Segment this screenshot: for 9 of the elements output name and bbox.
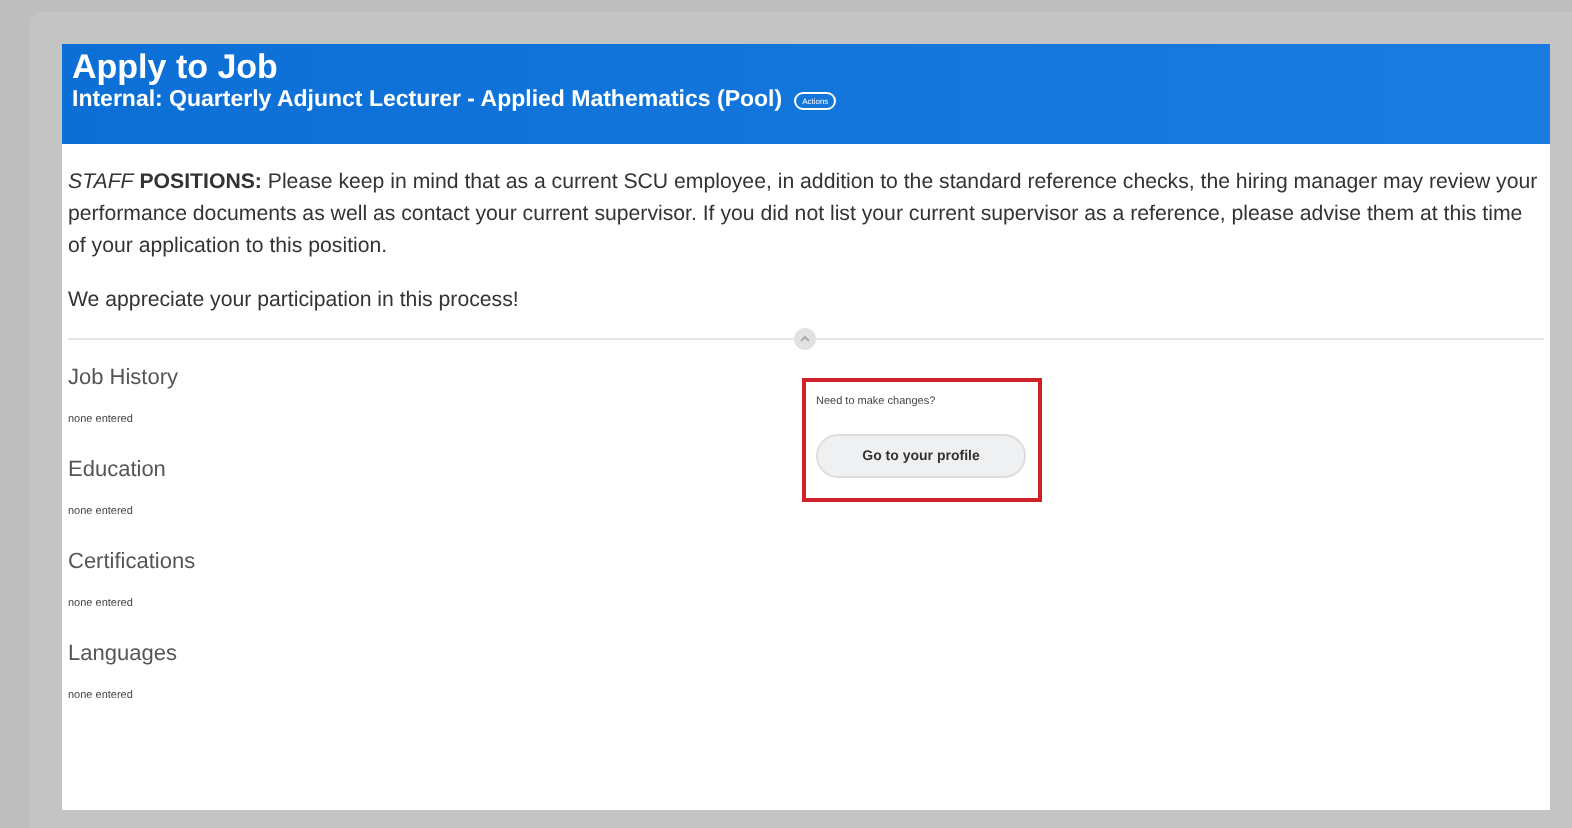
- section-title: Languages: [68, 642, 179, 666]
- page-title: Apply to Job: [72, 48, 280, 88]
- notice-text: STAFF POSITIONS: Please keep in mind that as a current SCU employee, in addition to the standard reference checks, the hiring manager may review your performance documents as well as contact your current supervisor. If you did not list your current supervisor as a reference, please advise them at this time of your application to this position.: [68, 168, 1540, 262]
- section-title: Certifications: [68, 550, 198, 574]
- section-title: Education: [68, 458, 168, 482]
- job-subtitle: Internal: Quarterly Adjunct Lecturer - Applied Mathematics (Pool): [72, 88, 783, 112]
- section-title: Job History: [68, 366, 181, 390]
- thanks-text: We appreciate your participation in this process!: [68, 288, 521, 312]
- collapse-icon[interactable]: [794, 328, 816, 350]
